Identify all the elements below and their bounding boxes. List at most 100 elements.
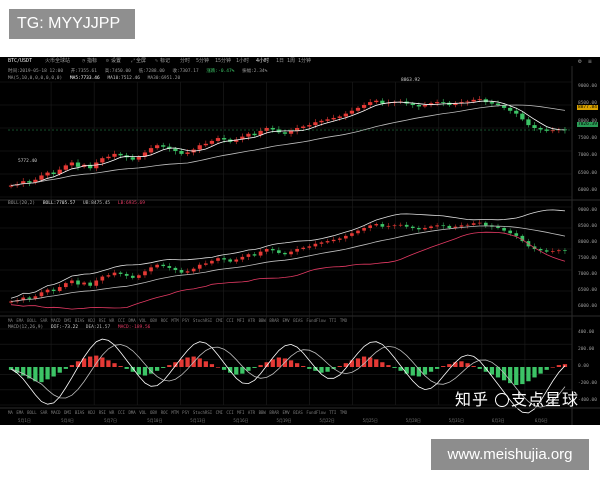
indicator-tab-16[interactable]: PSY — [182, 318, 189, 323]
indicator-tab-8[interactable]: RSI — [99, 410, 106, 415]
indicator-tab-17[interactable]: StochRSI — [193, 318, 212, 323]
indicator-tab-1[interactable]: EMA — [16, 318, 23, 323]
indicator-tab-14[interactable]: ROC — [161, 318, 168, 323]
indicator-tab-21[interactable]: ATR — [248, 410, 255, 415]
macd-bar-70 — [435, 367, 440, 369]
indicator-tab-3[interactable]: SAR — [40, 410, 47, 415]
indicator-tab-12[interactable]: VOL — [139, 318, 146, 323]
indicator-tab-2[interactable]: BOLL — [27, 318, 37, 323]
time-tick-5: 5月16日 — [233, 418, 249, 423]
boll-tick-2: 8000.00 — [578, 240, 597, 245]
indicator-tab-2[interactable]: BOLL — [27, 410, 37, 415]
indicator-tab-11[interactable]: DMA — [128, 318, 135, 323]
indicator-tab-9[interactable]: WR — [109, 318, 114, 323]
macd-bar-89 — [550, 367, 555, 368]
indicator-tab-9[interactable]: WR — [109, 410, 114, 415]
macd-bar-51 — [319, 367, 324, 373]
indicator-tab-21[interactable]: ATR — [248, 318, 255, 323]
indicator-tab-18[interactable]: CMI — [216, 410, 223, 415]
macd-bar-9 — [63, 367, 68, 369]
macd-bar-65 — [404, 367, 409, 374]
boll-lb: LB:6935.69 — [117, 201, 145, 206]
macd-bar-16 — [106, 360, 111, 367]
indicator-tab-19[interactable]: CCI — [226, 318, 233, 323]
indicator-tabs-row-bottom[interactable]: MA EMA BOLL SAR MACD DMI BIAS KDJ RSI WR CCI DMA VOL… — [8, 410, 351, 415]
candle-45 — [282, 130, 288, 137]
indicator-tab-5[interactable]: DMI — [64, 318, 71, 323]
indicator-tab-26[interactable]: FundFlow — [306, 410, 325, 415]
indicator-tab-22[interactable]: BBW — [259, 318, 266, 323]
macd-bar-22 — [142, 367, 148, 376]
indicator-tab-26[interactable]: FundFlow — [306, 318, 325, 323]
indicator-tab-22[interactable]: BBW — [259, 410, 266, 415]
indicator-tab-0[interactable]: MA — [8, 410, 13, 415]
indicator-tab-15[interactable]: MTM — [171, 410, 178, 415]
indicator-tab-15[interactable]: MTM — [171, 318, 178, 323]
boll-tick-6: 6000.00 — [578, 304, 597, 309]
boll-candle-58 — [362, 225, 366, 234]
boll-candle-25 — [161, 262, 166, 269]
indicator-tab-13[interactable]: OBV — [150, 410, 157, 415]
boll-candle-53 — [331, 236, 336, 244]
time-tick-9: 5月28日 — [405, 418, 421, 423]
boll-candle-81 — [502, 226, 506, 233]
time-tick-11: 6月3日 — [491, 418, 505, 423]
boll-candle-64 — [398, 222, 403, 227]
indicator-tab-23[interactable]: BRAR — [269, 318, 279, 323]
macd-bar-76 — [471, 366, 476, 367]
macd-bar-17 — [112, 363, 117, 367]
indicator-tab-1[interactable]: EMA — [16, 410, 23, 415]
indicator-tab-5[interactable]: DMI — [64, 410, 71, 415]
macd-bar-39 — [246, 367, 251, 371]
indicator-tab-17[interactable]: StochRSI — [193, 410, 212, 415]
boll-candle-22 — [143, 269, 147, 278]
boll-candle-50 — [313, 240, 318, 249]
indicator-tab-18[interactable]: CMI — [216, 318, 223, 323]
indicator-tabs-row[interactable]: MA EMA BOLL SAR MACD DMI BIAS KDJ RSI WR CCI DMA VOL… — [8, 318, 351, 323]
indicator-tab-16[interactable]: PSY — [182, 410, 189, 415]
indicator-tab-11[interactable]: DMA — [128, 410, 135, 415]
indicator-tab-10[interactable]: CCI — [118, 318, 125, 323]
indicator-tab-28[interactable]: TMO — [340, 318, 347, 323]
indicator-tab-25[interactable]: BIAS — [293, 410, 303, 415]
indicator-tab-25[interactable]: BIAS — [293, 318, 303, 323]
low-marker-label: 5772.40 — [18, 159, 37, 164]
indicator-tab-13[interactable]: OBV — [150, 318, 157, 323]
chart-canvas[interactable] — [0, 57, 600, 425]
indicator-tab-3[interactable]: SAR — [40, 318, 47, 323]
indicator-tab-27[interactable]: TTI — [329, 318, 336, 323]
boll-candle-10 — [70, 278, 74, 286]
indicator-tab-27[interactable]: TTI — [329, 410, 336, 415]
boll-candle-68 — [423, 225, 427, 231]
boll-candle-36 — [228, 257, 232, 264]
candle-58 — [361, 102, 367, 111]
candle-60 — [374, 98, 379, 104]
indicator-tab-20[interactable]: MFI — [237, 410, 244, 415]
boll-candle-56 — [350, 230, 354, 238]
indicator-tab-24[interactable]: EMV — [282, 318, 289, 323]
macd-bar-6 — [45, 367, 50, 380]
indicator-tab-10[interactable]: CCI — [118, 410, 125, 415]
time-tick-2: 5月7日 — [104, 418, 117, 423]
indicator-tab-24[interactable]: EMV — [282, 410, 289, 415]
candle-39 — [246, 132, 251, 141]
macd-tick-1: 200.00 — [578, 347, 595, 352]
indicator-tab-6[interactable]: BIAS — [75, 410, 85, 415]
indicator-tab-12[interactable]: VOL — [139, 410, 146, 415]
indicator-tab-0[interactable]: MA — [8, 318, 13, 323]
indicator-tab-4[interactable]: MACD — [51, 318, 61, 323]
indicator-tab-20[interactable]: MFI — [237, 318, 244, 323]
indicator-tab-23[interactable]: BRAR — [269, 410, 279, 415]
indicator-tab-7[interactable]: KDJ — [88, 318, 95, 323]
indicator-tab-19[interactable]: CCI — [226, 410, 233, 415]
indicator-tab-8[interactable]: RSI — [99, 318, 106, 323]
indicator-tab-6[interactable]: BIAS — [75, 318, 85, 323]
candle-40 — [252, 131, 257, 137]
candle-85 — [526, 116, 531, 128]
boll-candle-90 — [557, 248, 561, 254]
macd-bar-73 — [453, 362, 458, 367]
indicator-tab-28[interactable]: TMO — [340, 410, 347, 415]
indicator-tab-7[interactable]: KDJ — [88, 410, 95, 415]
indicator-tab-4[interactable]: MACD — [51, 410, 61, 415]
indicator-tab-14[interactable]: ROC — [161, 410, 168, 415]
